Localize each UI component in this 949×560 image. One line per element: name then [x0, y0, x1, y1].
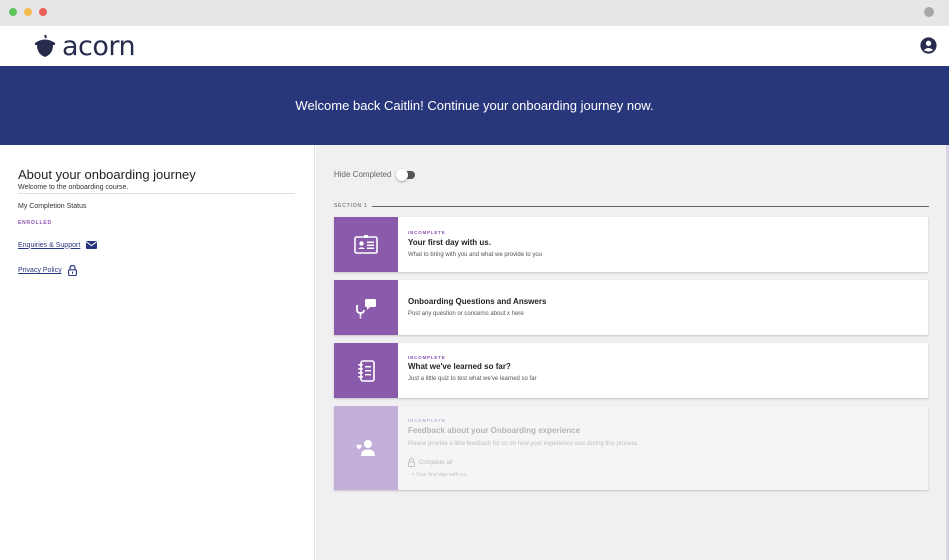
module-icon-box — [334, 280, 398, 335]
module-status: INCOMPLETE — [408, 230, 446, 235]
privacy-policy-label: Privacy Policy — [18, 267, 62, 274]
enquiries-support-link[interactable]: Enquiries & Support — [18, 241, 98, 249]
modules-panel: Hide Completed SECTION 1 INCOMPLETE Your… — [316, 145, 949, 560]
module-card-quiz[interactable]: INCOMPLETE What we've learned so far? Ju… — [334, 343, 928, 398]
module-description: Just a little quiz to test what we've le… — [408, 376, 537, 382]
user-heart-icon — [356, 440, 375, 456]
module-lock-requirement: Complete all — [408, 458, 452, 467]
window-zoom-button[interactable] — [9, 8, 17, 16]
module-card-feedback: INCOMPLETE Feedback about your Onboardin… — [334, 406, 928, 490]
about-panel: About your onboarding journey Welcome to… — [0, 145, 315, 560]
completion-status-label: My Completion Status — [18, 203, 87, 210]
module-description: What to bring with you and what we provi… — [408, 252, 543, 258]
hide-completed-toggle[interactable] — [396, 168, 416, 181]
module-card-questions-answers[interactable]: Onboarding Questions and Answers Post an… — [334, 280, 928, 335]
window-menu-dot[interactable] — [924, 7, 934, 17]
module-icon-box — [334, 343, 398, 398]
chat-question-icon — [356, 298, 376, 318]
completion-status-value: ENROLLED — [18, 220, 52, 226]
acorn-logo-icon — [35, 34, 55, 57]
module-icon-box — [334, 217, 398, 272]
welcome-message: Welcome back Caitlin! Continue your onbo… — [295, 98, 654, 113]
module-title: What we've learned so far? — [408, 362, 511, 371]
user-profile-icon[interactable] — [920, 37, 937, 54]
brand-name: acorn — [62, 30, 136, 62]
brand-logo[interactable]: acorn — [34, 29, 136, 63]
window-titlebar — [0, 0, 949, 26]
welcome-banner: Welcome back Caitlin! Continue your onbo… — [0, 66, 949, 145]
lock-requirement-text: Complete all — [419, 459, 453, 466]
app-header: acorn — [0, 26, 949, 66]
notebook-icon — [358, 359, 375, 382]
about-divider — [18, 193, 295, 194]
section-divider — [372, 206, 929, 207]
lock-icon — [408, 458, 415, 467]
module-card-first-day[interactable]: INCOMPLETE Your first day with us. What … — [334, 217, 928, 272]
hide-completed-control: Hide Completed — [334, 168, 416, 181]
section-label: SECTION 1 — [334, 203, 368, 209]
module-title: Your first day with us. — [408, 238, 491, 247]
window-minimize-button[interactable] — [24, 8, 32, 16]
module-status: INCOMPLETE — [408, 355, 446, 360]
id-card-icon — [354, 234, 378, 254]
module-description: Post any question or concerns about x he… — [408, 311, 524, 317]
enquiries-support-label: Enquiries & Support — [18, 241, 81, 249]
toggle-knob — [396, 168, 409, 181]
about-title: About your onboarding journey — [18, 167, 196, 182]
module-status: INCOMPLETE — [408, 418, 446, 423]
module-title: Onboarding Questions and Answers — [408, 297, 547, 306]
lock-icon — [67, 265, 77, 276]
module-icon-box — [334, 406, 398, 490]
module-prerequisite: • Your first day with us. — [412, 472, 468, 478]
about-subtitle: Welcome to the onboarding course. — [18, 184, 129, 191]
envelope-icon — [86, 241, 98, 249]
module-title: Feedback about your Onboarding experienc… — [408, 426, 581, 435]
hide-completed-label: Hide Completed — [334, 170, 392, 179]
module-description: Please provide a little feedback for us … — [408, 441, 638, 447]
window-close-button[interactable] — [39, 8, 47, 16]
privacy-policy-link[interactable]: Privacy Policy — [18, 265, 77, 276]
